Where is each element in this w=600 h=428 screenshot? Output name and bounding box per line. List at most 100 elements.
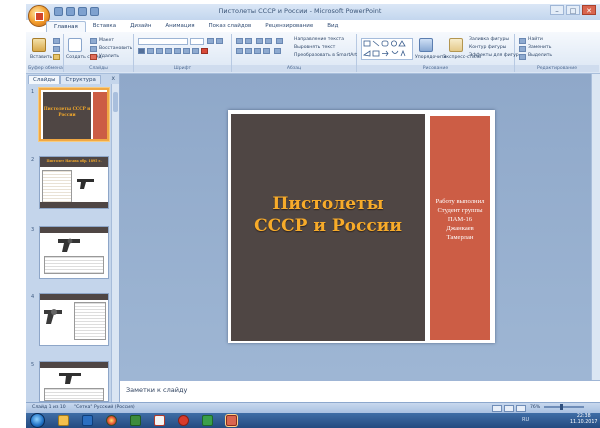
bold-icon[interactable] <box>138 48 145 54</box>
start-button[interactable] <box>30 413 45 428</box>
shape-fill-button[interactable]: Заливка фигуры <box>469 37 509 42</box>
clock-date: 11.10.2017 <box>570 420 598 425</box>
author-line: Тамерлан <box>446 234 474 241</box>
thumb-number: 3 <box>31 227 35 233</box>
replace-icon[interactable] <box>519 46 526 52</box>
quick-styles-icon[interactable] <box>449 38 463 52</box>
line-spacing-icon[interactable] <box>276 38 283 44</box>
normal-view-icon[interactable] <box>492 405 502 412</box>
strike-icon[interactable] <box>165 48 172 54</box>
language-indicator[interactable]: Русский (Россия) <box>94 405 135 410</box>
layout-button[interactable]: Макет <box>99 38 114 43</box>
select-button[interactable]: Выделить <box>528 53 552 58</box>
slide-sorter-icon[interactable] <box>504 405 514 412</box>
panel-close-icon[interactable]: x <box>111 75 115 82</box>
bullets-icon[interactable] <box>236 38 243 44</box>
tab-outline[interactable]: Структура <box>60 75 101 84</box>
arrange-button[interactable]: Упорядочить <box>415 55 446 60</box>
paste-label[interactable]: Вставить <box>30 55 52 60</box>
delete-button[interactable]: Удалить <box>99 54 119 59</box>
slide-thumbnail-4[interactable] <box>39 293 109 346</box>
yandex-browser-icon[interactable] <box>178 415 189 426</box>
italic-icon[interactable] <box>147 48 154 54</box>
maximize-button[interactable]: □ <box>566 5 580 15</box>
thumb-text-block <box>42 170 72 204</box>
slide-counter: Слайд 1 из 10 <box>32 405 66 410</box>
align-left-icon[interactable] <box>236 48 243 54</box>
justify-icon[interactable] <box>263 48 270 54</box>
slide-thumbnail-3[interactable] <box>39 226 109 279</box>
text-direction-button[interactable]: Направление текста <box>294 37 344 42</box>
increase-indent-icon[interactable] <box>265 38 272 44</box>
underline-icon[interactable] <box>156 48 163 54</box>
thumb-red-panel <box>93 92 107 139</box>
paste-icon[interactable] <box>32 38 46 52</box>
decrease-indent-icon[interactable] <box>256 38 263 44</box>
app-icon[interactable] <box>202 415 213 426</box>
shape-effects-button[interactable]: Эффекты для фигур <box>469 53 519 58</box>
smartart-button[interactable]: Преобразовать в SmartArt <box>294 53 357 58</box>
scroll-thumb[interactable] <box>113 92 118 112</box>
spacing-icon[interactable] <box>183 48 190 54</box>
notes-pane[interactable]: Заметки к слайду <box>120 380 600 403</box>
grow-font-icon[interactable] <box>207 38 214 44</box>
format-painter-icon[interactable] <box>53 54 60 60</box>
shapes-gallery[interactable] <box>361 38 413 60</box>
status-bar: Слайд 1 из 10 "Сетка" Русский (Россия) 7… <box>26 402 600 413</box>
main-vertical-scrollbar[interactable] <box>591 74 600 380</box>
keyboard-language[interactable]: RU <box>522 417 529 423</box>
explorer-icon[interactable] <box>58 415 69 426</box>
find-icon[interactable] <box>519 38 526 44</box>
font-size-combo[interactable] <box>190 38 204 45</box>
align-center-icon[interactable] <box>245 48 252 54</box>
copy-icon[interactable] <box>53 46 60 52</box>
delete-icon[interactable] <box>90 54 97 60</box>
yandex-icon[interactable] <box>154 415 165 426</box>
slideshow-view-icon[interactable] <box>516 405 526 412</box>
shape-outline-button[interactable]: Контур фигуры <box>469 45 506 50</box>
reset-button[interactable]: Восстановить <box>99 46 132 51</box>
screen: Пистолеты СССР и России - Microsoft Powe… <box>0 0 600 428</box>
slide-thumbnail-5[interactable] <box>39 361 109 402</box>
case-icon[interactable] <box>192 48 199 54</box>
shrink-font-icon[interactable] <box>216 38 223 44</box>
author-line: ПАМ-16 <box>447 216 473 223</box>
new-slide-icon[interactable] <box>68 38 82 52</box>
word-icon[interactable] <box>82 415 93 426</box>
ribbon: Вставить Буфер обмена Создать слайд Маке… <box>26 32 600 74</box>
columns-icon[interactable] <box>274 48 281 54</box>
replace-button[interactable]: Заменить <box>528 45 551 50</box>
align-right-icon[interactable] <box>254 48 261 54</box>
zoom-level[interactable]: 76% <box>530 405 540 410</box>
align-text-button[interactable]: Выровнять текст <box>294 45 335 50</box>
chrome-icon[interactable] <box>106 415 117 426</box>
find-button[interactable]: Найти <box>528 37 543 42</box>
minimize-button[interactable]: – <box>550 5 564 15</box>
slide-title[interactable]: Пистолеты СССР и России <box>231 193 425 237</box>
excel-icon[interactable] <box>130 415 141 426</box>
slide-subtitle[interactable]: Работу выполнил Студент группы ПАМ-16 Дж… <box>430 197 490 242</box>
shadow-icon[interactable] <box>174 48 181 54</box>
window-controls: – □ ✕ <box>550 5 596 15</box>
tab-slides[interactable]: Слайды <box>28 75 61 84</box>
select-icon[interactable] <box>519 54 526 60</box>
slide-thumbnail-2[interactable]: Пистолет Нагана обр. 1895 г. <box>39 156 109 209</box>
font-name-combo[interactable] <box>138 38 188 45</box>
zoom-slider[interactable] <box>544 406 584 408</box>
font-color-icon[interactable] <box>201 48 208 54</box>
arrange-icon[interactable] <box>419 38 433 52</box>
zoom-slider-handle[interactable] <box>560 404 563 410</box>
thumb-number: 1 <box>31 89 35 95</box>
numbering-icon[interactable] <box>245 38 252 44</box>
clipboard-group: Вставить Буфер обмена <box>28 34 64 72</box>
system-clock[interactable]: 22:38 11.10.2017 <box>570 414 597 426</box>
close-button[interactable]: ✕ <box>582 5 596 15</box>
layout-icon[interactable] <box>90 38 97 44</box>
cut-icon[interactable] <box>53 38 60 44</box>
pistol-image-icon <box>76 175 100 189</box>
slides-panel-scrollbar[interactable] <box>111 84 119 406</box>
powerpoint-icon[interactable] <box>226 415 237 426</box>
reset-icon[interactable] <box>90 46 97 52</box>
slide-thumbnail-1[interactable]: Пистолеты СССР и России <box>39 88 109 141</box>
slide-title-text: Пистолеты СССР и России <box>254 194 402 236</box>
